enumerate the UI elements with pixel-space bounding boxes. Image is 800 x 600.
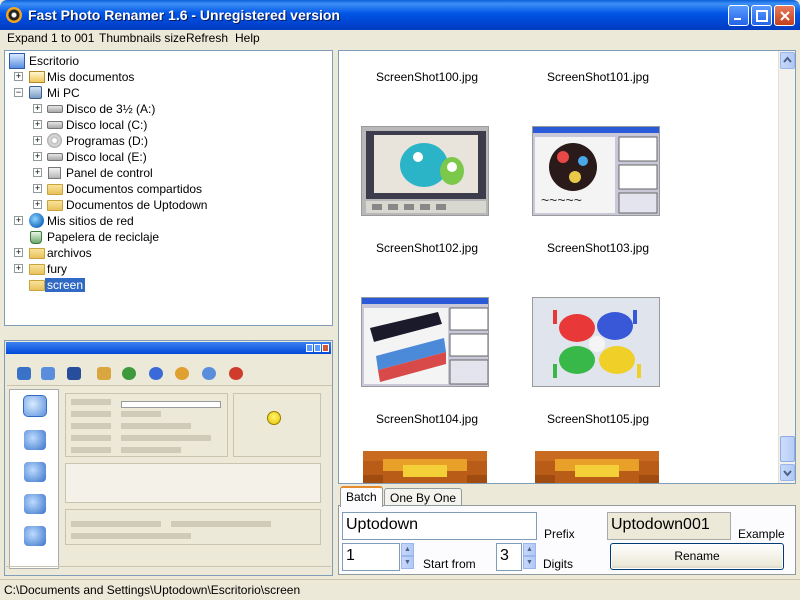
thumbnail-pixel-2[interactable]: [535, 451, 659, 483]
spin-down-icon[interactable]: ▼: [523, 556, 536, 569]
start-from-spinner[interactable]: ▲ ▼: [401, 543, 414, 569]
expand-icon[interactable]: +: [14, 72, 23, 81]
prefix-label: Prefix: [544, 527, 575, 541]
close-button[interactable]: [774, 5, 795, 26]
thumbnail-grid[interactable]: ScreenShot100.jpg ScreenShot101.jpg ~~~~…: [338, 50, 796, 484]
thumbnail-label[interactable]: ScreenShot105.jpg: [523, 412, 673, 426]
example-field: Uptodown001: [607, 512, 731, 540]
control-panel-icon: [48, 167, 61, 179]
hands-painting-image: [533, 298, 659, 386]
expand-icon[interactable]: +: [14, 264, 23, 273]
expand-icon[interactable]: +: [33, 168, 42, 177]
monster-screenshot-image: [362, 127, 488, 215]
collapse-icon[interactable]: −: [14, 88, 23, 97]
minimize-button[interactable]: [728, 5, 749, 26]
folder-icon: [47, 200, 63, 211]
folder-icon: [47, 184, 63, 195]
window-title: Fast Photo Renamer 1.6 - Unregistered ve…: [28, 7, 340, 23]
floppy-drive-icon: [47, 105, 63, 113]
pixel-art-image: [363, 451, 487, 483]
spin-up-icon[interactable]: ▲: [401, 543, 414, 556]
menu-thumbnails-size[interactable]: Thumbnails size: [97, 31, 188, 45]
menu-help[interactable]: Help: [233, 31, 262, 45]
hard-drive-icon: [47, 121, 63, 129]
start-from-input[interactable]: 1: [342, 543, 400, 571]
spin-down-icon[interactable]: ▼: [401, 556, 414, 569]
menu-bar: Expand 1 to 001 Thumbnails size Refresh …: [0, 30, 800, 48]
folder-icon: [29, 71, 45, 83]
rename-button[interactable]: Rename: [610, 543, 784, 570]
arrow-up-icon: [783, 56, 792, 63]
expand-icon[interactable]: +: [14, 216, 23, 225]
title-bar[interactable]: Fast Photo Renamer 1.6 - Unregistered ve…: [0, 0, 800, 30]
thumbnail-screenshot102[interactable]: [361, 126, 489, 216]
expand-icon[interactable]: +: [33, 184, 42, 193]
thumbnail-label[interactable]: ScreenShot100.jpg: [352, 70, 502, 84]
recycle-bin-icon: [30, 231, 42, 244]
example-label: Example: [738, 527, 785, 541]
scroll-down-button[interactable]: [780, 464, 795, 481]
current-path: C:\Documents and Settings\Uptodown\Escri…: [4, 583, 301, 597]
expand-icon[interactable]: +: [33, 152, 42, 161]
menu-refresh[interactable]: Refresh: [184, 31, 230, 45]
maximize-icon: [756, 10, 768, 22]
start-from-label: Start from: [423, 557, 476, 571]
scroll-up-button[interactable]: [780, 52, 795, 69]
folder-icon: [29, 264, 45, 275]
folder-icon: [29, 280, 45, 291]
digits-label: Digits: [543, 557, 574, 571]
image-preview: [4, 340, 333, 576]
thumbnail-screenshot104[interactable]: [361, 297, 489, 387]
thumbnail-pixel-1[interactable]: [363, 451, 487, 483]
spin-up-icon[interactable]: ▲: [523, 543, 536, 556]
tab-batch[interactable]: Batch: [340, 486, 383, 507]
expand-icon[interactable]: +: [33, 136, 42, 145]
network-globe-icon: [29, 213, 44, 228]
arrow-down-icon: [783, 470, 792, 477]
svg-text:~~~~~: ~~~~~: [541, 192, 582, 208]
close-icon: [780, 11, 790, 21]
thumbnail-label[interactable]: ScreenShot102.jpg: [352, 241, 502, 255]
paint-screenshot-image: ~~~~~: [533, 127, 659, 215]
hard-drive-icon: [47, 153, 63, 161]
digits-input[interactable]: 3: [496, 543, 522, 571]
pixel-art-image: [535, 451, 659, 483]
preview-status: [6, 566, 331, 574]
menu-expand[interactable]: Expand 1 to 001: [5, 31, 96, 45]
expand-icon[interactable]: +: [33, 104, 42, 113]
folder-icon: [29, 248, 45, 259]
digits-spinner[interactable]: ▲ ▼: [523, 543, 536, 569]
status-bar: C:\Documents and Settings\Uptodown\Escri…: [0, 579, 800, 600]
preview-sidebar: [9, 389, 59, 569]
folder-tree[interactable]: Escritorio + Mis documentos − Mi PC + Di…: [4, 50, 333, 326]
app-icon[interactable]: [6, 7, 22, 23]
preview-window-title: [6, 342, 331, 354]
thumbnail-label[interactable]: ScreenShot101.jpg: [523, 70, 673, 84]
expand-icon[interactable]: +: [33, 200, 42, 209]
thumbnail-label[interactable]: ScreenShot104.jpg: [352, 412, 502, 426]
preview-menu: [7, 355, 332, 363]
cd-drive-icon: [47, 133, 62, 148]
computer-icon: [29, 86, 42, 99]
scrollbar-thumb[interactable]: [780, 436, 795, 462]
desktop-icon: [9, 53, 25, 69]
thumbnail-screenshot105[interactable]: [532, 297, 660, 387]
expand-icon[interactable]: +: [33, 120, 42, 129]
mode-tabs: Batch One By One: [338, 486, 796, 507]
minimize-icon: [734, 18, 741, 20]
vertical-scrollbar[interactable]: [778, 51, 795, 483]
expand-icon[interactable]: +: [14, 248, 23, 257]
thumbnail-label[interactable]: ScreenShot103.jpg: [523, 241, 673, 255]
maximize-button[interactable]: [751, 5, 772, 26]
thumbnail-screenshot103[interactable]: ~~~~~: [532, 126, 660, 216]
prefix-input[interactable]: Uptodown: [342, 512, 537, 540]
flag-screenshot-image: [362, 298, 488, 386]
preview-toolbar: [7, 364, 332, 386]
